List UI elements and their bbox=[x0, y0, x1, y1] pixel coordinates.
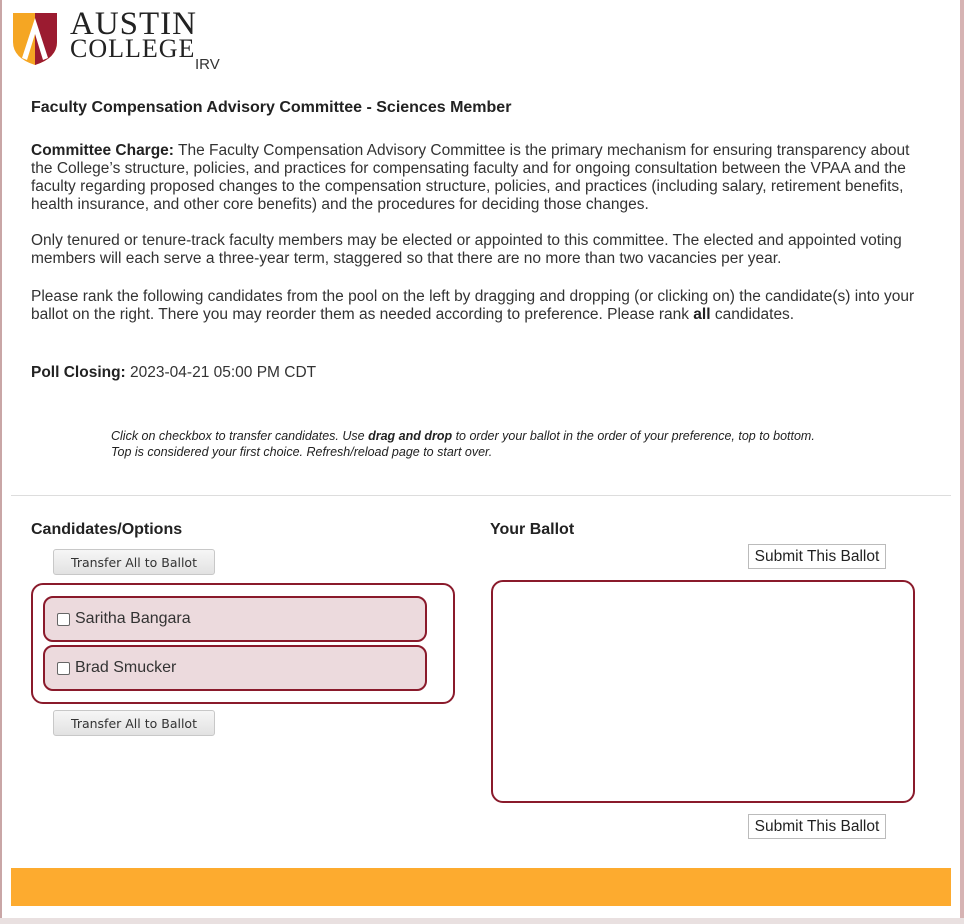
footer-bar bbox=[11, 868, 951, 906]
ranking-instructions: Please rank the following candidates fro… bbox=[31, 288, 931, 324]
ballot-heading: Your Ballot bbox=[490, 521, 575, 538]
ranking-text-end: candidates. bbox=[710, 306, 795, 323]
candidate-name: Brad Smucker bbox=[75, 659, 177, 676]
candidate-name: Saritha Bangara bbox=[75, 610, 191, 627]
poll-closing: Poll Closing: 2023-04-21 05:00 PM CDT bbox=[31, 364, 316, 382]
submit-ballot-button-top[interactable]: Submit This Ballot bbox=[748, 544, 886, 569]
window-frame-left bbox=[0, 0, 2, 924]
poll-closing-value: 2023-04-21 05:00 PM CDT bbox=[125, 364, 317, 381]
ballot-instructions: Click on checkbox to transfer candidates… bbox=[111, 428, 831, 460]
instructions-text-bold: drag and drop bbox=[368, 429, 453, 443]
candidate-item[interactable]: Saritha Bangara bbox=[43, 596, 427, 642]
committee-charge-label: Committee Charge: bbox=[31, 142, 174, 159]
ballot-drop-zone[interactable] bbox=[491, 580, 915, 803]
poll-title: Faculty Compensation Advisory Committee … bbox=[31, 99, 512, 116]
logo-wordmark-college: COLLEGE bbox=[70, 34, 196, 63]
section-divider bbox=[11, 495, 951, 496]
app-name: IRV bbox=[195, 56, 220, 73]
eligibility-text: Only tenured or tenure-track faculty mem… bbox=[31, 232, 902, 267]
candidate-item[interactable]: Brad Smucker bbox=[43, 645, 427, 691]
transfer-all-button-top[interactable]: Transfer All to Ballot bbox=[53, 549, 215, 575]
committee-charge: Committee Charge: The Faculty Compensati… bbox=[31, 142, 931, 214]
candidate-checkbox[interactable] bbox=[57, 612, 70, 626]
instructions-text-start: Click on checkbox to transfer candidates… bbox=[111, 429, 369, 443]
window-frame-right bbox=[960, 0, 964, 924]
submit-ballot-button-bottom[interactable]: Submit This Ballot bbox=[748, 814, 886, 839]
austin-college-shield-logo bbox=[13, 13, 57, 65]
poll-closing-label: Poll Closing: bbox=[31, 364, 126, 381]
candidates-heading: Candidates/Options bbox=[31, 521, 183, 538]
candidate-checkbox[interactable] bbox=[57, 661, 70, 675]
transfer-all-button-bottom[interactable]: Transfer All to Ballot bbox=[53, 710, 215, 736]
ranking-text-bold: all bbox=[693, 306, 711, 323]
window-frame-bottom bbox=[0, 918, 964, 924]
